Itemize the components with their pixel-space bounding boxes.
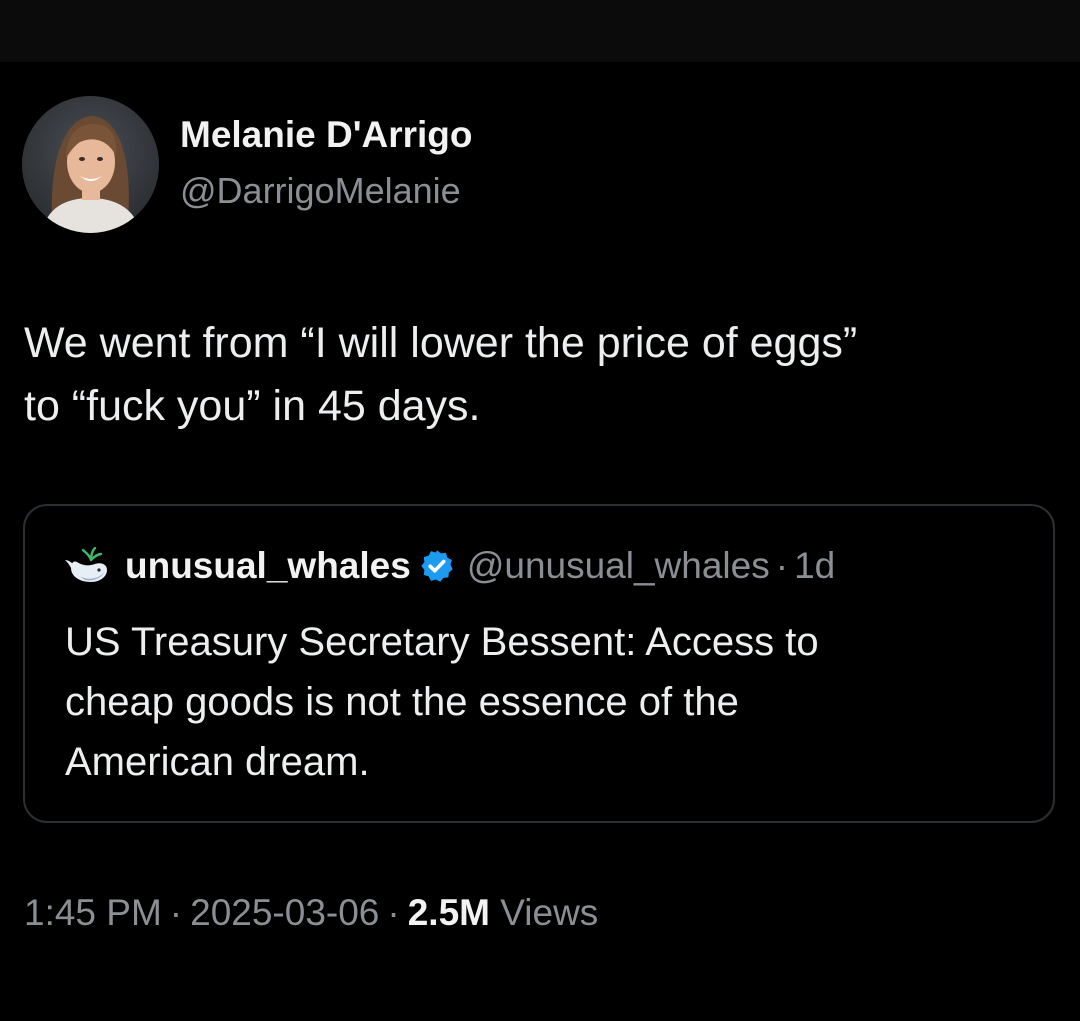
tweet-time[interactable]: 1:45 PM [24, 892, 162, 933]
quoted-timestamp[interactable]: 1d [794, 545, 835, 587]
quoted-separator-dot: · [775, 545, 789, 586]
quoted-tweet-text: US Treasury Secretary Bessent: Access to… [65, 612, 1025, 792]
meta-separator-dot: · [387, 892, 400, 933]
tweet: Melanie D'Arrigo @DarrigoMelanie We went… [0, 62, 1080, 1021]
tweet-text-line: to “fuck you” in 45 days. [24, 382, 481, 430]
verified-badge-icon [421, 550, 453, 582]
tweet-text: We went from “I will lower the price of … [24, 312, 1054, 438]
quoted-handle[interactable]: @unusual_whales [467, 545, 770, 587]
quoted-display-name[interactable]: unusual_whales [125, 545, 411, 587]
quoted-text-line: US Treasury Secretary Bessent: Access to [65, 620, 819, 664]
avatar-photo [22, 96, 159, 233]
quoted-tweet-card[interactable]: unusual_whales @unusual_whales · 1d US T… [23, 504, 1055, 823]
views-label: Views [500, 892, 599, 933]
quoted-text-line: American dream. [65, 740, 370, 784]
whale-avatar-icon[interactable] [65, 546, 111, 586]
views-count[interactable]: 2.5M [408, 892, 490, 933]
quoted-text-line: cheap goods is not the essence of the [65, 680, 739, 724]
tweet-text-line: We went from “I will lower the price of … [24, 319, 858, 367]
tweet-meta: 1:45 PM · 2025-03-06 · 2.5M Views [24, 892, 598, 934]
author-display-name[interactable]: Melanie D'Arrigo [180, 114, 473, 156]
quoted-tweet-header: unusual_whales @unusual_whales · 1d [65, 542, 835, 590]
meta-separator-dot: · [169, 892, 183, 933]
tweet-date[interactable]: 2025-03-06 [190, 892, 379, 933]
author-handle[interactable]: @DarrigoMelanie [180, 170, 461, 212]
author-avatar[interactable] [22, 96, 159, 233]
top-bar [0, 0, 1080, 62]
